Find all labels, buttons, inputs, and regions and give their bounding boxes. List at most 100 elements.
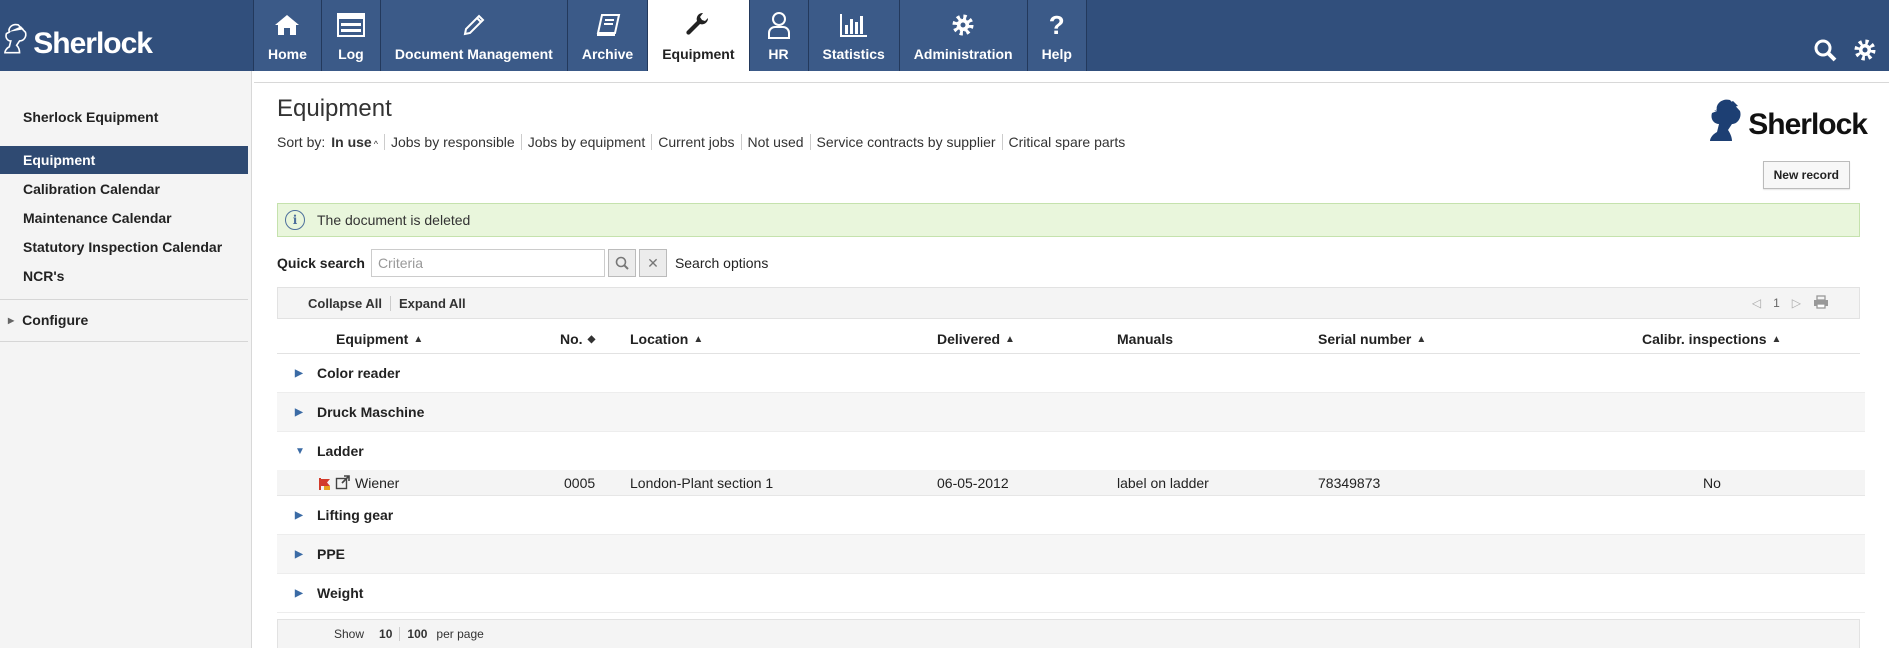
group-label: Lifting gear [317,507,394,523]
column-delivered[interactable]: Delivered ▲ [937,331,1015,347]
close-icon: ✕ [647,254,659,271]
sort-asc-icon: ▲ [693,333,704,345]
nav-equipment-label: Equipment [662,46,735,62]
collapse-all-link[interactable]: Collapse All [300,296,390,311]
column-location[interactable]: Location ▲ [630,331,703,347]
per-page-label: per page [436,627,484,641]
sidebar: Sherlock Equipment Equipment Calibration… [0,71,252,648]
column-equipment-label: Equipment [336,331,409,347]
column-delivered-label: Delivered [937,331,1001,347]
nav-hr-label: HR [768,46,789,62]
main-content: Equipment Sort by: In use ^ Jobs by respo… [254,82,1889,648]
sidebar-title: Sherlock Equipment [23,109,159,125]
cell-equipment[interactable]: Wiener [355,475,399,491]
nav-document-management[interactable]: Document Management [379,0,567,71]
info-icon: i [285,210,305,230]
group-color-reader[interactable]: ▶ Color reader [277,354,1865,393]
column-equipment[interactable]: Equipment ▲ [336,331,423,347]
brand-logo: Sherlock [1706,97,1868,143]
notice-text: The document is deleted [317,212,471,228]
sidebar-divider [0,341,248,342]
sort-asc-icon: ▲ [1771,333,1782,345]
nav-administration-label: Administration [913,46,1013,62]
cell-calibr-inspections: No [1703,475,1721,491]
expand-caret-icon: ▶ [295,367,303,379]
sort-label: Sort by: [277,134,326,150]
next-page-icon[interactable]: ▷ [1792,296,1801,310]
group-ladder[interactable]: ▼ Ladder [277,432,1865,471]
expand-caret-icon: ▶ [295,548,303,560]
pager: ◁ 1 ▷ [1752,288,1829,318]
new-record-button[interactable]: New record [1762,161,1850,189]
group-weight[interactable]: ▶ Weight [277,574,1865,613]
group-label: Weight [317,585,364,601]
nav-archive[interactable]: Archive [566,0,648,71]
list-toolbar: Collapse All Expand All ◁ 1 ▷ [277,287,1860,319]
bar-chart-icon [839,10,869,40]
sort-bar: Sort by: In use ^ Jobs by responsible Job… [277,134,1131,150]
prev-page-icon[interactable]: ◁ [1752,296,1761,310]
sort-asc-icon: ▲ [1005,333,1015,345]
sort-link-service-contracts-by-supplier[interactable]: Service contracts by supplier [809,134,1002,150]
top-navigation-bar: Sherlock Home Log Document Management Ar… [0,0,1889,71]
table-row[interactable]: Wiener 0005 London-Plant section 1 06-05… [277,470,1865,496]
flag-icon [319,478,330,490]
column-calibr-inspections[interactable]: Calibr. inspections ▲ [1642,331,1781,347]
cell-location: London-Plant section 1 [630,475,774,491]
sidebar-item-equipment[interactable]: Equipment [0,146,248,174]
search-button[interactable] [607,249,636,277]
sidebar-item-calibration-calendar[interactable]: Calibration Calendar [0,175,248,203]
column-serial-number[interactable]: Serial number ▲ [1318,331,1426,347]
nav-document-management-label: Document Management [394,46,553,62]
nav-statistics-label: Statistics [822,46,885,62]
nav-statistics[interactable]: Statistics [807,0,899,71]
search-options-link[interactable]: Search options [675,255,768,271]
column-calibr-inspections-label: Calibr. inspections [1642,331,1767,347]
collapse-caret-icon: ▼ [295,445,305,457]
sidebar-configure-label: Configure [22,312,89,328]
top-tools [1811,36,1879,64]
group-lifting-gear[interactable]: ▶ Lifting gear [277,496,1865,535]
sherlock-detective-icon [1710,99,1741,141]
group-ppe[interactable]: ▶ PPE [277,535,1865,574]
column-location-label: Location [630,331,689,347]
sort-link-not-used[interactable]: Not used [740,134,810,150]
nav-hr[interactable]: HR [748,0,808,71]
nav-equipment[interactable]: Equipment [647,0,749,71]
clear-search-button[interactable]: ✕ [638,249,667,277]
expand-all-link[interactable]: Expand All [389,295,474,311]
page-size-100[interactable]: 100 [399,627,434,641]
quick-search: Quick search ✕ Search options [277,249,768,277]
group-druck-maschine[interactable]: ▶ Druck Maschine [277,393,1865,432]
expand-caret-icon: ▶ [295,406,303,418]
sort-link-jobs-by-responsible[interactable]: Jobs by responsible [383,134,521,150]
sort-asc-icon: ▲ [1416,333,1427,345]
page-size-10[interactable]: 10 [372,627,399,641]
nav-log[interactable]: Log [320,0,380,71]
settings-gear-icon[interactable] [1851,36,1879,64]
sidebar-item-maintenance-calendar[interactable]: Maintenance Calendar [0,204,248,232]
column-manuals: Manuals [1117,331,1173,347]
nav-log-label: Log [338,46,364,62]
sidebar-item-ncrs[interactable]: NCR's [0,262,248,290]
external-link-icon[interactable] [335,474,351,490]
search-icon[interactable] [1811,36,1839,64]
sort-current-label: In use [331,134,372,150]
sidebar-item-configure[interactable]: ▶ Configure [8,312,88,328]
nav-help[interactable]: ? Help [1026,0,1087,71]
sherlock-logo[interactable]: Sherlock [2,10,153,66]
cell-no: 0005 [564,475,596,491]
page-number: 1 [1773,296,1780,310]
sort-link-critical-spare-parts[interactable]: Critical spare parts [1001,134,1132,150]
sort-link-jobs-by-equipment[interactable]: Jobs by equipment [520,134,652,150]
column-manuals-label: Manuals [1117,331,1174,347]
quick-search-input[interactable] [370,249,605,277]
nav-administration[interactable]: Administration [898,0,1027,71]
table-header: Equipment ▲ No. ◆ Location ▲ Delivered ▲ Man… [277,323,1860,354]
print-icon[interactable] [1813,294,1829,312]
sort-link-current-jobs[interactable]: Current jobs [651,134,740,150]
nav-home[interactable]: Home [253,0,321,71]
column-no[interactable]: No. ◆ [560,331,595,347]
sidebar-item-statutory-inspection-calendar[interactable]: Statutory Inspection Calendar [0,233,248,261]
sort-current[interactable]: In use ^ [331,134,378,150]
